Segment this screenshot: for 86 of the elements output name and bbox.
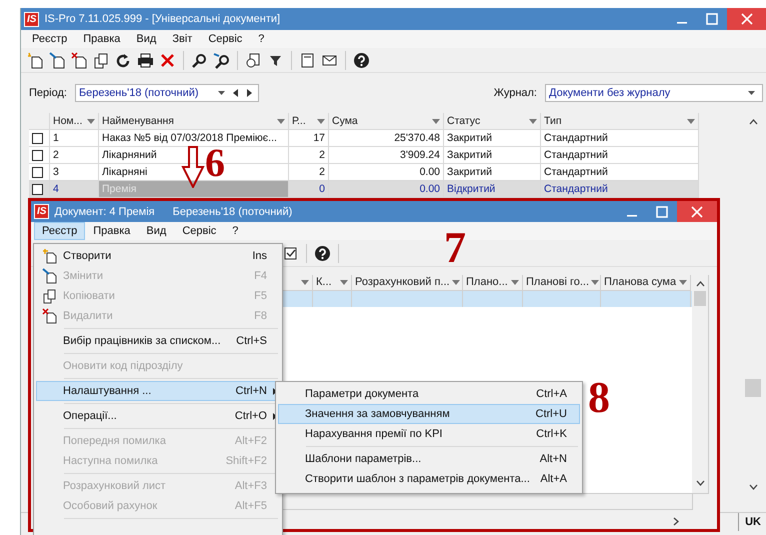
close-icon xyxy=(741,13,753,25)
window-title: Документ: 4 Премія xyxy=(54,206,155,218)
sort-icon xyxy=(317,118,325,124)
maximize-icon[interactable] xyxy=(705,12,719,26)
menu-item[interactable]: Нарахування премії по KPI Ctrl+K xyxy=(278,424,580,444)
search-icon[interactable] xyxy=(191,52,208,68)
row-checkbox[interactable] xyxy=(32,184,43,194)
help-icon[interactable] xyxy=(314,244,331,262)
form-icon[interactable] xyxy=(299,52,316,68)
document-clock-icon[interactable] xyxy=(245,52,262,68)
menu-item[interactable]: ? xyxy=(250,30,272,48)
menu-item[interactable]: Параметри документа Ctrl+A xyxy=(278,384,580,404)
sort-icon xyxy=(687,118,695,124)
sort-icon xyxy=(679,280,687,285)
menu-item[interactable]: Вид xyxy=(128,30,164,48)
menu-item[interactable]: Сервіс xyxy=(200,30,250,48)
table-row[interactable]: 1 Наказ №5 від 07/03/2018 Преміює... 17 25'370.48 Закритий Стандартний xyxy=(29,130,699,147)
delete-document-icon xyxy=(42,308,58,324)
copy-icon[interactable] xyxy=(93,52,110,68)
sort-icon xyxy=(591,280,600,285)
step-number: 8 xyxy=(588,376,610,420)
app-logo: IS xyxy=(24,12,40,26)
menu-item[interactable]: Звіт xyxy=(164,30,200,48)
search-next-icon[interactable] xyxy=(213,52,230,68)
refresh-icon[interactable] xyxy=(115,52,132,68)
journal-field[interactable]: Документи без журналу xyxy=(545,84,763,102)
delete-document-icon[interactable] xyxy=(71,52,88,68)
close-button[interactable] xyxy=(677,201,717,222)
print-icon[interactable] xyxy=(137,52,154,68)
menu-item[interactable]: Значення за замовчуванням Ctrl+U xyxy=(278,404,580,424)
close-button[interactable] xyxy=(727,8,766,30)
menu-item[interactable]: Створити Ins xyxy=(36,246,280,266)
dropdown-icon xyxy=(747,90,756,96)
row-checkbox[interactable] xyxy=(32,150,43,160)
sort-icon xyxy=(277,118,285,124)
row-checkbox[interactable] xyxy=(32,166,43,178)
scroll-up-icon[interactable] xyxy=(748,119,758,125)
checkbox-list-icon[interactable] xyxy=(282,244,299,262)
new-document-icon xyxy=(42,248,58,264)
close-icon xyxy=(691,206,703,218)
step-number: 7 xyxy=(444,226,466,270)
down-arrow-icon xyxy=(181,146,205,188)
menu-item[interactable]: Реєстр xyxy=(34,222,86,240)
scroll-down-icon[interactable] xyxy=(696,480,704,486)
dropdown-icon xyxy=(216,90,226,96)
period-label: Період: xyxy=(29,87,67,99)
sort-icon xyxy=(452,280,460,285)
edit-document-icon xyxy=(42,268,58,284)
scrollbar[interactable] xyxy=(692,275,708,493)
menu-item[interactable]: Реєстр xyxy=(24,30,76,48)
new-document-icon[interactable] xyxy=(27,52,44,68)
app-logo: IS xyxy=(34,204,50,219)
menu-item[interactable]: Правка xyxy=(75,30,128,48)
language-indicator: UK xyxy=(738,513,766,531)
journal-label: Журнал: xyxy=(494,87,537,99)
copy-icon xyxy=(42,288,58,304)
menu-item[interactable]: Вибір працівників за списком... Ctrl+S xyxy=(36,331,280,351)
menu-item[interactable]: Сервіс xyxy=(174,222,224,240)
sort-icon xyxy=(529,118,537,124)
table-cell: Премія xyxy=(99,181,289,198)
scroll-thumb[interactable] xyxy=(745,379,761,397)
maximize-icon[interactable] xyxy=(655,204,669,218)
help-icon[interactable] xyxy=(353,52,370,68)
sort-icon xyxy=(87,118,95,124)
sort-icon xyxy=(511,280,519,285)
row-checkbox[interactable] xyxy=(32,132,43,144)
menu-item[interactable]: Створити шаблон з параметрів документа... Alt+A xyxy=(278,469,580,489)
scroll-down-icon[interactable] xyxy=(748,484,758,490)
period-field[interactable]: Березень'18 (поточний) xyxy=(74,84,259,102)
next-icon[interactable] xyxy=(246,89,252,97)
menu-item[interactable]: Правка xyxy=(85,222,138,240)
edit-document-icon[interactable] xyxy=(49,52,66,68)
window-title: IS-Pro 7.11.025.999 - [Універсальні документи] xyxy=(44,13,280,25)
previous-icon[interactable] xyxy=(232,89,239,97)
scroll-right-icon[interactable] xyxy=(673,516,679,526)
delete-icon[interactable] xyxy=(159,52,176,68)
sort-icon xyxy=(340,280,348,285)
sort-icon xyxy=(301,280,309,285)
scroll-thumb[interactable] xyxy=(694,291,706,306)
table-row[interactable]: 4 Премія 0 0.00 Відкритий Стандартний xyxy=(29,181,699,198)
menu-item[interactable]: Вид xyxy=(138,222,174,240)
sort-icon xyxy=(432,118,440,124)
menu-item[interactable]: ? xyxy=(224,222,246,240)
scroll-up-icon[interactable] xyxy=(696,281,704,287)
menu-item[interactable]: Шаблони параметрів... Alt+N xyxy=(278,449,580,469)
window-period: Березень'18 (поточний) xyxy=(172,206,292,218)
